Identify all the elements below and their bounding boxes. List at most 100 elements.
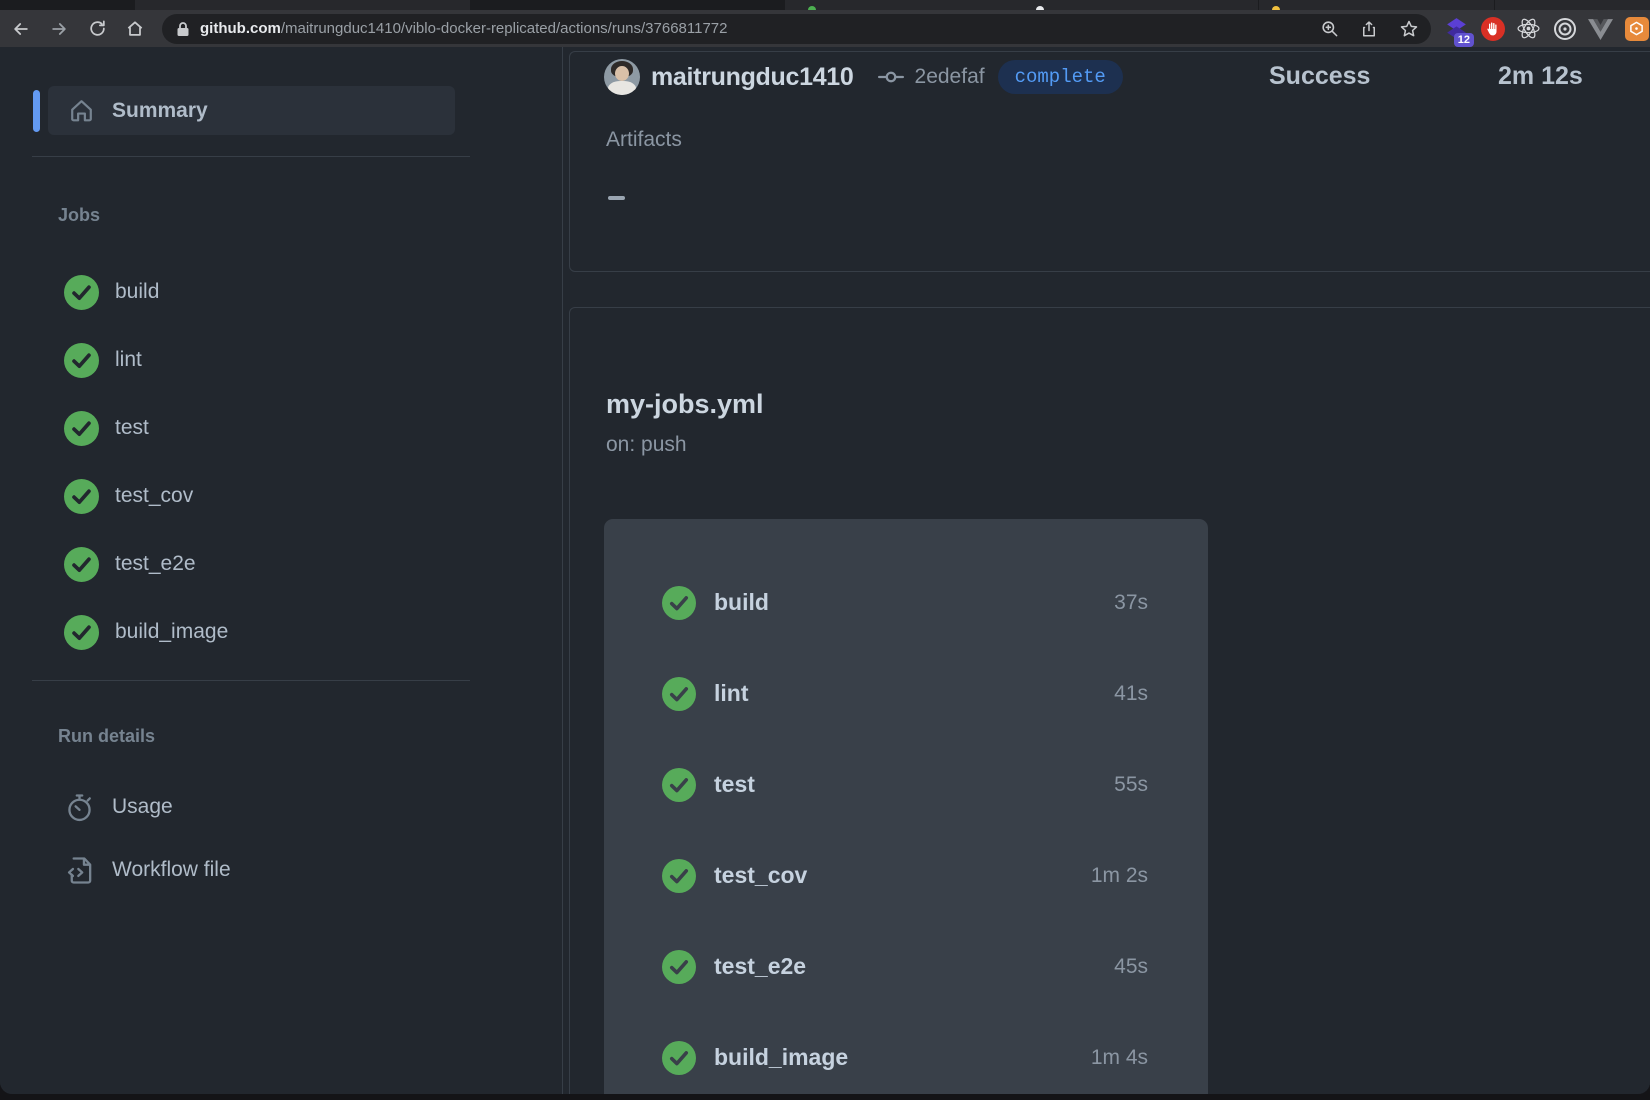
check-circle-icon: [662, 767, 696, 802]
divider: [32, 156, 470, 157]
job-label: test_e2e: [115, 552, 196, 575]
sidebar-item-label: Workflow file: [112, 858, 231, 881]
workflow-file-title: my-jobs.yml: [606, 389, 764, 419]
status-badge: complete: [997, 60, 1123, 94]
check-circle-icon: [64, 410, 99, 446]
check-circle-icon: [662, 585, 696, 620]
sidebar-job-test-e2e[interactable]: test_e2e: [64, 540, 196, 588]
graph-job-duration: 1m 4s: [1090, 1045, 1148, 1069]
artifacts-empty-dash: [608, 196, 625, 200]
actions-run-page: Summary Jobs build lint test test_cov te…: [0, 47, 1650, 1094]
browser-tab[interactable]: [785, 0, 1258, 10]
zoom-icon[interactable]: [1320, 19, 1339, 38]
graph-job-test-e2e[interactable]: test_e2e 45s: [604, 921, 1208, 1012]
check-circle-icon: [662, 858, 696, 893]
browser-tab-strip[interactable]: [0, 0, 1650, 14]
graph-job-duration: 41s: [1114, 681, 1148, 705]
address-bar[interactable]: github.com/maitrungduc1410/viblo-docker-…: [162, 13, 1431, 44]
extension-vue-icon[interactable]: [1587, 15, 1614, 42]
extension-badge: 12: [1453, 33, 1474, 47]
bookmark-star-icon[interactable]: [1399, 19, 1419, 39]
check-circle-icon: [64, 614, 99, 650]
extension-circles-icon[interactable]: [1551, 15, 1578, 42]
workflow-file-icon: [67, 856, 92, 884]
graph-job-name: build_image: [714, 1044, 849, 1070]
url-path: /maitrungduc1410/viblo-docker-replicated…: [280, 20, 728, 37]
graph-job-name: test: [714, 771, 755, 797]
sidebar-job-lint[interactable]: lint: [64, 336, 142, 384]
check-circle-icon: [662, 949, 696, 984]
check-circle-icon: [64, 342, 99, 378]
avatar[interactable]: [604, 59, 640, 95]
sidebar-job-build-image[interactable]: build_image: [64, 608, 228, 656]
job-label: build_image: [115, 620, 229, 643]
commit-sha[interactable]: 2edefaf: [915, 65, 985, 89]
graph-job-duration: 37s: [1114, 590, 1148, 614]
home-button[interactable]: [122, 16, 148, 42]
job-label: test: [115, 416, 149, 439]
graph-job-build-image[interactable]: build_image 1m 4s: [604, 1012, 1208, 1094]
extension-orange-icon[interactable]: [1623, 15, 1650, 42]
check-circle-icon: [64, 546, 99, 582]
screen: github.com/maitrungduc1410/viblo-docker-…: [0, 0, 1650, 1100]
graph-job-duration: 1m 2s: [1090, 863, 1148, 887]
extension-react-icon[interactable]: [1515, 15, 1542, 42]
workflow-card: my-jobs.yml on: push build 37s lint 41s: [569, 307, 1650, 1094]
extension-adblock-icon[interactable]: [1479, 15, 1506, 42]
workflow-trigger: on: push: [606, 433, 687, 456]
run-details-section-header: Run details: [58, 726, 156, 746]
graph-job-name: lint: [714, 680, 749, 706]
extension-purple-icon[interactable]: 12: [1443, 15, 1474, 47]
workflow-graph: build 37s lint 41s test 55s test_cov 1m …: [604, 519, 1208, 1094]
back-button[interactable]: [8, 16, 34, 42]
active-indicator: [33, 90, 40, 132]
main-panel: maitrungduc1410 2edefaf complete Success…: [563, 47, 1650, 1094]
check-circle-icon: [64, 274, 99, 310]
url-text: github.com/maitrungduc1410/viblo-docker-…: [200, 20, 728, 37]
reload-button[interactable]: [84, 16, 110, 42]
check-circle-icon: [662, 676, 696, 711]
job-label: build: [115, 280, 160, 303]
graph-job-build[interactable]: build 37s: [604, 557, 1208, 648]
graph-job-test[interactable]: test 55s: [604, 739, 1208, 830]
artifacts-heading: Artifacts: [606, 128, 682, 151]
graph-job-test-cov[interactable]: test_cov 1m 2s: [604, 830, 1208, 921]
browser-toolbar: github.com/maitrungduc1410/viblo-docker-…: [0, 10, 1650, 47]
sidebar-job-test[interactable]: test: [64, 404, 149, 452]
sidebar-item-summary[interactable]: Summary: [48, 86, 455, 135]
job-label: test_cov: [115, 484, 194, 507]
sidebar-item-label: Summary: [112, 98, 208, 122]
divider: [32, 680, 470, 681]
sidebar-job-build[interactable]: build: [64, 268, 159, 316]
run-duration: 2m 12s: [1498, 62, 1583, 90]
run-header: maitrungduc1410 2edefaf complete: [604, 59, 1123, 95]
run-summary-card: maitrungduc1410 2edefaf complete Success…: [569, 51, 1650, 272]
browser-tab[interactable]: [135, 0, 470, 10]
share-icon[interactable]: [1360, 19, 1378, 39]
url-host: github.com: [200, 20, 281, 37]
jobs-section-header: Jobs: [58, 205, 101, 225]
graph-job-duration: 45s: [1114, 954, 1148, 978]
check-circle-icon: [662, 1040, 696, 1075]
graph-job-name: build: [714, 589, 769, 615]
graph-job-name: test_e2e: [714, 953, 807, 979]
sidebar-item-usage[interactable]: Usage: [64, 785, 173, 829]
graph-job-name: test_cov: [714, 862, 808, 888]
run-result: Success: [1269, 62, 1371, 90]
browser-window: github.com/maitrungduc1410/viblo-docker-…: [0, 0, 1650, 1094]
browser-tab[interactable]: [1259, 0, 1494, 10]
graph-job-duration: 55s: [1114, 772, 1148, 796]
sidebar: Summary Jobs build lint test test_cov te…: [0, 47, 563, 1094]
check-circle-icon: [64, 478, 99, 514]
job-label: lint: [115, 348, 142, 371]
git-commit-icon: [876, 62, 906, 92]
graph-job-lint[interactable]: lint 41s: [604, 648, 1208, 739]
forward-button[interactable]: [46, 16, 72, 42]
sidebar-job-test-cov[interactable]: test_cov: [64, 472, 193, 520]
home-icon: [71, 100, 92, 122]
lock-icon: [177, 21, 189, 36]
browser-tab[interactable]: [1495, 0, 1650, 10]
stopwatch-icon: [68, 793, 91, 821]
actor-login[interactable]: maitrungduc1410: [651, 63, 854, 92]
sidebar-item-workflow-file[interactable]: Workflow file: [64, 848, 231, 892]
